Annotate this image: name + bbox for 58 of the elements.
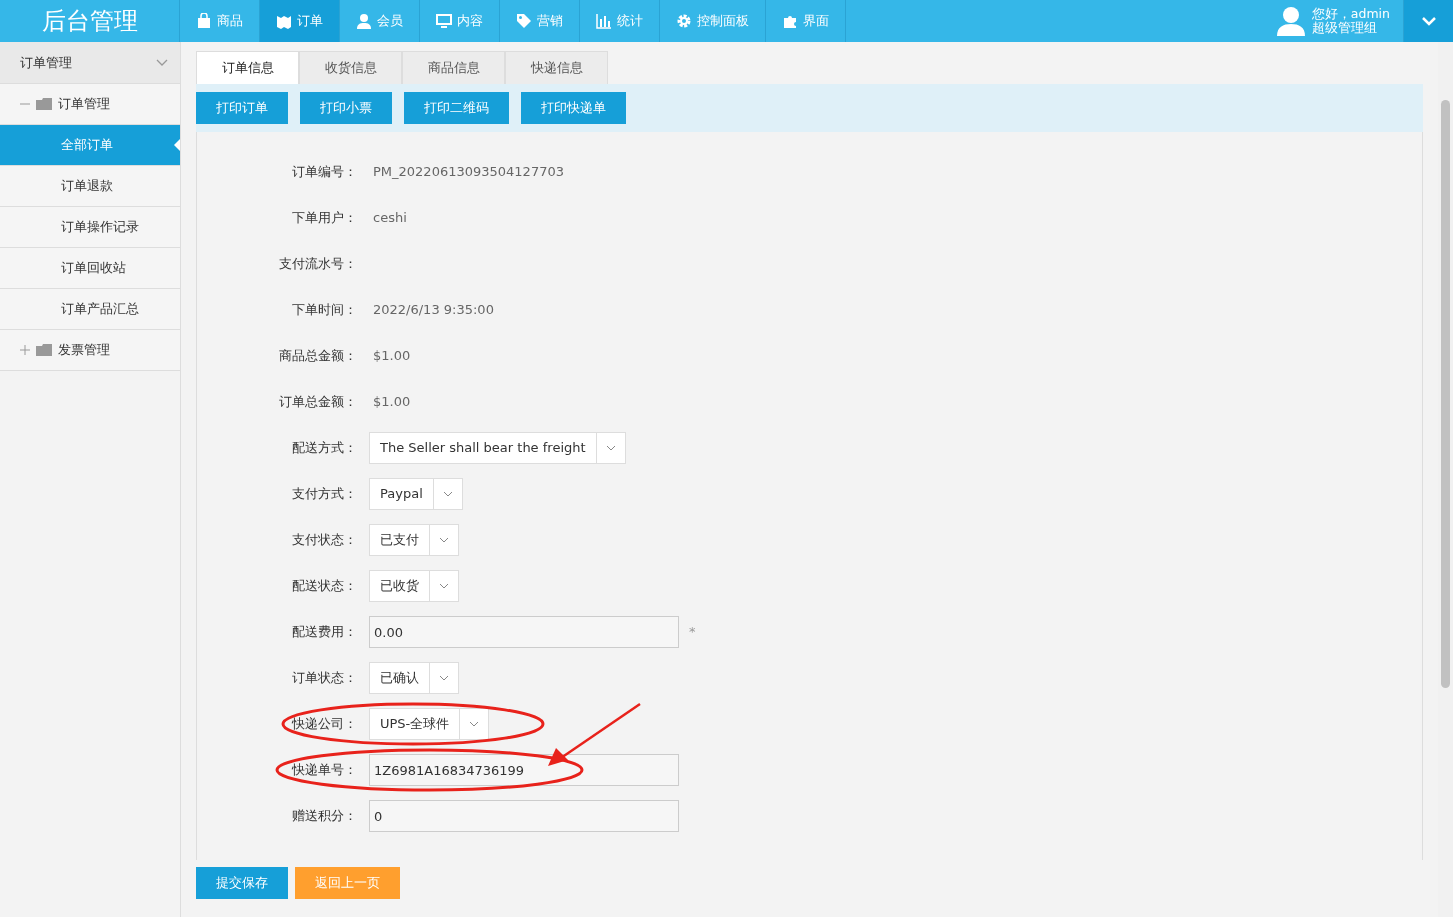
field-label: 订单总金额：: [278, 393, 358, 412]
folder-icon: [36, 344, 52, 356]
tab[interactable]: 快递信息: [505, 51, 608, 84]
sidebar-title: 订单管理: [20, 53, 72, 72]
chevron-icon: [469, 721, 480, 727]
chevron-icon: [1420, 16, 1437, 26]
field-label: 订单编号：: [291, 163, 358, 182]
field-label: 配送方式：: [291, 439, 358, 458]
field-label: 赠送积分：: [291, 807, 358, 826]
field-label: 快递单号：: [291, 761, 358, 780]
select-field[interactable]: The Seller shall bear the freight: [369, 432, 626, 464]
bar-chart-icon: [596, 13, 612, 29]
dropdown-button[interactable]: [1403, 0, 1453, 42]
puzzle-icon: [782, 13, 798, 29]
select-field[interactable]: 已支付: [369, 524, 459, 556]
field-label: 商品总金额：: [278, 347, 358, 366]
field-label: 支付方式：: [291, 485, 358, 504]
user-greeting: 您好，admin: [1311, 7, 1390, 21]
chevron-icon: [439, 675, 449, 681]
field-value: $1.00: [372, 393, 411, 412]
field-label: 下单时间：: [291, 301, 358, 320]
monitor-icon: [436, 13, 452, 29]
field-label: 配送费用：: [291, 623, 358, 642]
chevron-icon: [439, 537, 449, 543]
field-label: 配送状态：: [291, 577, 358, 596]
field-value: ceshi: [372, 209, 407, 228]
field-value: 2022/6/13 9:35:00: [372, 301, 494, 320]
field-label: 订单状态：: [291, 669, 358, 688]
plus-icon: [20, 345, 30, 355]
field-value: $1.00: [372, 347, 411, 366]
map-icon: [276, 13, 292, 29]
user-icon: [356, 13, 372, 29]
field-label: 下单用户：: [291, 209, 358, 228]
input-field[interactable]: 0.00: [369, 616, 679, 648]
field-label: 快递公司：: [291, 715, 358, 734]
select-field[interactable]: 已确认: [369, 662, 459, 694]
tag-icon: [516, 13, 532, 29]
chevron-icon: [442, 491, 453, 497]
tab[interactable]: 收货信息: [299, 51, 402, 84]
folder-icon: [36, 98, 52, 110]
select-field[interactable]: Paypal: [369, 478, 463, 510]
select-field[interactable]: UPS-全球件: [369, 708, 490, 740]
chevron-icon: [156, 58, 168, 67]
field-value: PM_20220613093504127703: [372, 163, 564, 182]
field-label: 支付状态：: [291, 531, 358, 550]
avatar-icon: [1277, 6, 1306, 36]
field-label: 支付流水号：: [278, 255, 358, 274]
input-field[interactable]: 0: [369, 800, 679, 832]
user-role: 超级管理组: [1311, 21, 1378, 35]
bag-icon: [196, 13, 212, 29]
chevron-icon: [605, 445, 616, 451]
required-mark: *: [689, 623, 696, 642]
tab[interactable]: 订单信息: [196, 51, 299, 84]
input-field[interactable]: 1Z6981A16834736199: [369, 754, 679, 786]
select-field[interactable]: 已收货: [369, 570, 459, 602]
settings-icon: [676, 13, 692, 29]
chevron-icon: [439, 583, 449, 589]
tab[interactable]: 商品信息: [402, 51, 505, 84]
